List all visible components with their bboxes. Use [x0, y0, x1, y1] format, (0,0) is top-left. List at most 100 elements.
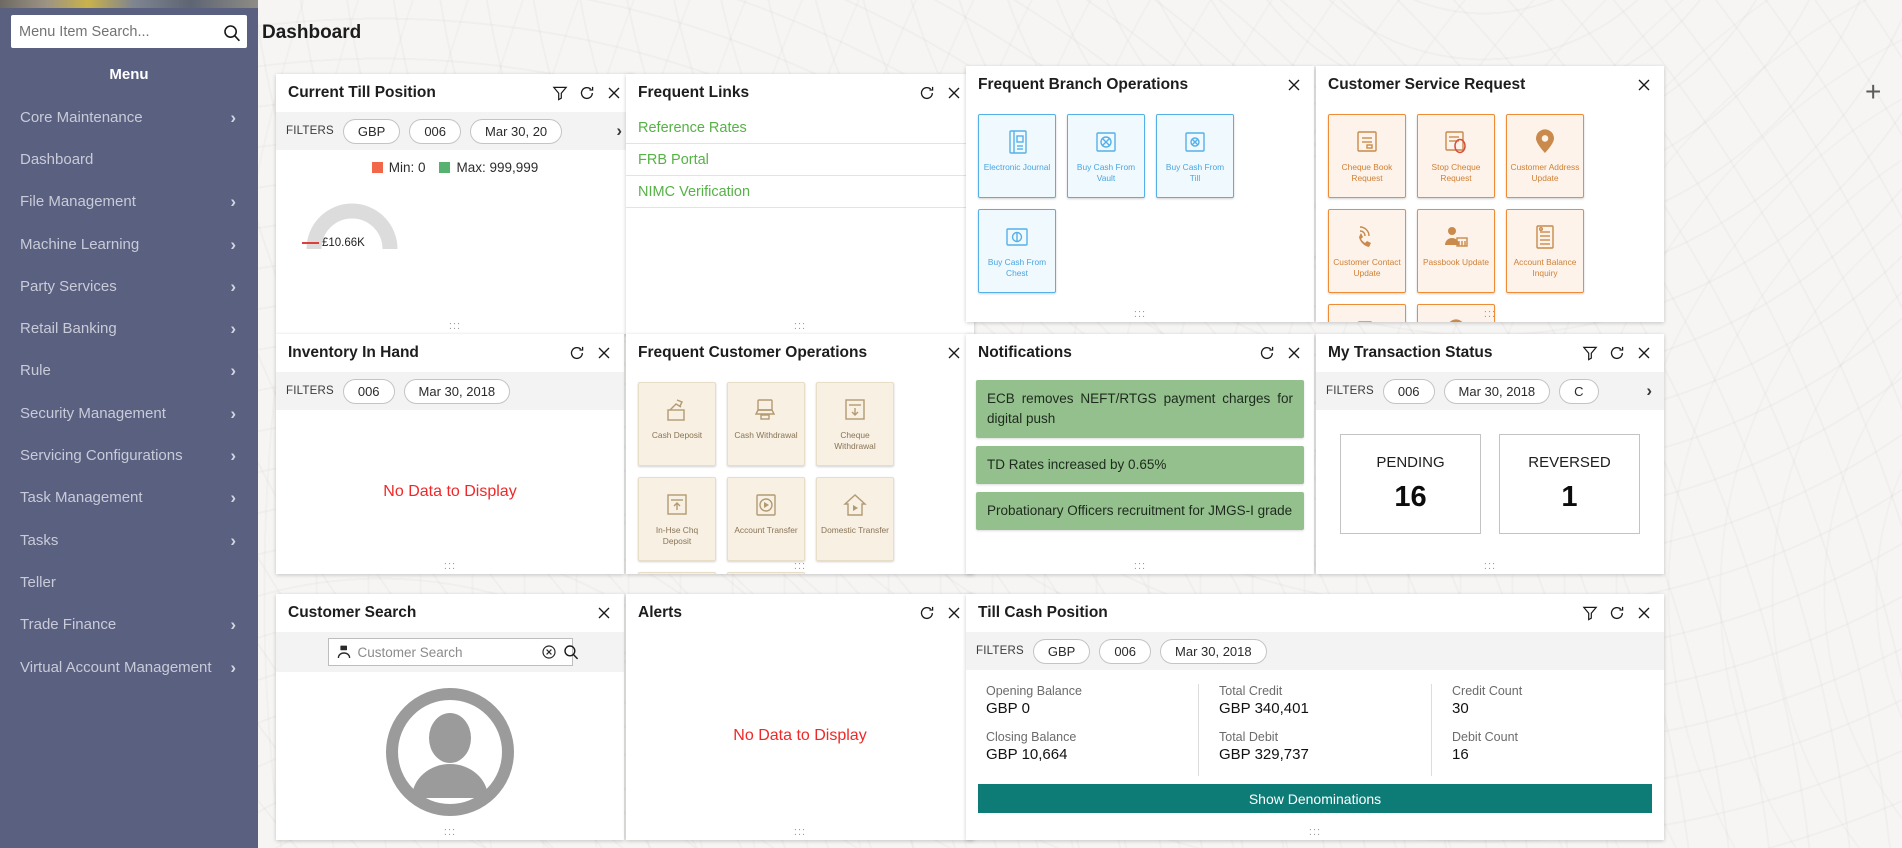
sidebar-item-security-management[interactable]: Security Management ›	[0, 392, 258, 434]
filter-chip-date[interactable]: Mar 30, 2018	[403, 378, 511, 404]
notification-item[interactable]: TD Rates increased by 0.65%	[976, 446, 1304, 484]
frequent-link-item[interactable]: NIMC Verification	[626, 176, 974, 208]
filter-funnel-icon[interactable]	[1582, 605, 1598, 621]
tile-customer-contact-update[interactable]: Customer Contact Update	[1328, 209, 1406, 293]
sidebar-item-rule[interactable]: Rule ›	[0, 350, 258, 392]
tile-buy-cash-from-vault[interactable]: Buy Cash From Vault	[1067, 114, 1145, 198]
filter-chip-currency[interactable]: C	[1559, 378, 1599, 404]
filter-chip-branch[interactable]: 006	[342, 378, 395, 404]
tile-cash-deposit[interactable]: Cash Deposit	[638, 382, 716, 466]
tile-cheque-withdrawal[interactable]: Cheque Withdrawal	[816, 382, 894, 466]
frequent-link-item[interactable]: FRB Portal	[626, 144, 974, 176]
drag-grip-icon[interactable]: :::	[966, 309, 1314, 320]
sidebar-item-retail-banking[interactable]: Retail Banking ›	[0, 307, 258, 349]
plus-icon[interactable]: +	[1865, 78, 1881, 106]
tile-account-balance-inquiry[interactable]: Account Balance Inquiry	[1506, 209, 1584, 293]
drag-grip-icon[interactable]: :::	[966, 827, 1664, 838]
tile-cash-withdrawal[interactable]: Cash Withdrawal	[727, 382, 805, 466]
close-icon[interactable]	[1636, 77, 1652, 93]
frequent-link-item[interactable]: Reference Rates	[626, 112, 974, 144]
close-icon[interactable]	[606, 85, 622, 101]
drag-grip-icon[interactable]: :::	[276, 561, 624, 572]
close-icon[interactable]	[1286, 345, 1302, 361]
clear-circle-icon[interactable]	[541, 644, 557, 660]
chevron-right-icon[interactable]: ›	[230, 109, 236, 126]
chevron-right-icon[interactable]: ›	[230, 405, 236, 422]
menu-search-input[interactable]	[19, 23, 223, 40]
refresh-icon[interactable]	[1609, 605, 1625, 621]
customer-search-box[interactable]	[327, 638, 578, 666]
tile-account-transfer[interactable]: Account Transfer	[727, 477, 805, 561]
filter-chip-branch[interactable]: 006	[1382, 378, 1435, 404]
tile-buy-cash-from-till[interactable]: Buy Cash From Till	[1156, 114, 1234, 198]
tile-customer-address-update[interactable]: Customer Address Update	[1506, 114, 1584, 198]
close-icon[interactable]	[946, 605, 962, 621]
tile-passbook-update[interactable]: Passbook Update	[1417, 209, 1495, 293]
filter-chip-date[interactable]: Mar 30, 2018	[1160, 638, 1267, 664]
filter-next-chevron-icon[interactable]: ›	[1640, 372, 1658, 410]
chevron-right-icon[interactable]: ›	[230, 362, 236, 379]
chevron-right-icon[interactable]: ›	[230, 659, 236, 676]
sidebar-item-file-management[interactable]: File Management ›	[0, 181, 258, 223]
filter-chip-currency[interactable]: GBP	[342, 118, 401, 144]
chevron-right-icon[interactable]: ›	[230, 447, 236, 464]
tile-fx-sale[interactable]: Fx Sale	[638, 572, 716, 574]
close-icon[interactable]	[1636, 605, 1652, 621]
refresh-icon[interactable]	[919, 605, 935, 621]
tile-stop-cheque-request[interactable]: Stop Cheque Request	[1417, 114, 1495, 198]
tile-buy-cash-from-chest[interactable]: Buy Cash From Chest	[978, 209, 1056, 293]
filter-chip-date[interactable]: Mar 30, 2018	[1443, 378, 1551, 404]
chevron-right-icon[interactable]: ›	[230, 278, 236, 295]
chevron-right-icon[interactable]: ›	[230, 532, 236, 549]
search-icon[interactable]	[223, 24, 240, 41]
tile-domestic-transfer[interactable]: Domestic Transfer	[816, 477, 894, 561]
drag-grip-icon[interactable]: :::	[1316, 561, 1664, 572]
notification-item[interactable]: ECB removes NEFT/RTGS payment charges fo…	[976, 380, 1304, 438]
chevron-right-icon[interactable]: ›	[230, 616, 236, 633]
close-icon[interactable]	[946, 85, 962, 101]
refresh-icon[interactable]	[1259, 345, 1275, 361]
transaction-status-card-pending[interactable]: PENDING 16	[1340, 434, 1481, 534]
refresh-icon[interactable]	[1609, 345, 1625, 361]
drag-grip-icon[interactable]: :::	[626, 321, 974, 332]
transaction-status-card-reversed[interactable]: REVERSED 1	[1499, 434, 1640, 534]
notification-item[interactable]: Probationary Officers recruitment for JM…	[976, 492, 1304, 530]
drag-grip-icon[interactable]: :::	[626, 827, 974, 838]
sidebar-item-task-management[interactable]: Task Management ›	[0, 477, 258, 519]
sidebar-item-virtual-account-management[interactable]: Virtual Account Management ›	[0, 646, 258, 688]
filter-chip-branch[interactable]: 006	[409, 118, 462, 144]
sidebar-item-machine-learning[interactable]: Machine Learning ›	[0, 223, 258, 265]
close-icon[interactable]	[596, 345, 612, 361]
filter-chip-currency[interactable]: GBP	[1032, 638, 1091, 664]
drag-grip-icon[interactable]: :::	[1316, 309, 1664, 320]
refresh-icon[interactable]	[579, 85, 595, 101]
filter-funnel-icon[interactable]	[1582, 345, 1598, 361]
tile-fx-purchase[interactable]: Fx Purchase	[727, 572, 805, 574]
chevron-right-icon[interactable]: ›	[230, 193, 236, 210]
sidebar-item-core-maintenance[interactable]: Core Maintenance ›	[0, 96, 258, 138]
drag-grip-icon[interactable]: :::	[966, 561, 1314, 572]
drag-grip-icon[interactable]: :::	[276, 321, 634, 332]
show-denominations-button[interactable]: Show Denominations	[978, 784, 1652, 813]
filter-funnel-icon[interactable]	[552, 85, 568, 101]
tile-cheque-book-request[interactable]: Cheque Book Request	[1328, 114, 1406, 198]
sidebar-item-party-services[interactable]: Party Services ›	[0, 265, 258, 307]
tile-in-hse-chq-deposit[interactable]: In-Hse Chq Deposit	[638, 477, 716, 561]
drag-grip-icon[interactable]: :::	[626, 561, 974, 572]
close-icon[interactable]	[1286, 77, 1302, 93]
sidebar-item-tasks[interactable]: Tasks ›	[0, 519, 258, 561]
chevron-right-icon[interactable]: ›	[230, 489, 236, 506]
refresh-icon[interactable]	[919, 85, 935, 101]
search-icon[interactable]	[563, 644, 579, 660]
sidebar-item-servicing-configurations[interactable]: Servicing Configurations ›	[0, 434, 258, 476]
sidebar-item-trade-finance[interactable]: Trade Finance ›	[0, 604, 258, 646]
customer-search-input[interactable]	[357, 644, 535, 660]
close-icon[interactable]	[596, 605, 612, 621]
drag-grip-icon[interactable]: :::	[276, 827, 624, 838]
sidebar-item-dashboard[interactable]: Dashboard	[0, 138, 258, 180]
sidebar-item-teller[interactable]: Teller	[0, 561, 258, 603]
close-icon[interactable]	[1636, 345, 1652, 361]
menu-search-box[interactable]	[11, 15, 247, 48]
tile-electronic-journal[interactable]: Electronic Journal	[978, 114, 1056, 198]
chevron-right-icon[interactable]: ›	[230, 320, 236, 337]
